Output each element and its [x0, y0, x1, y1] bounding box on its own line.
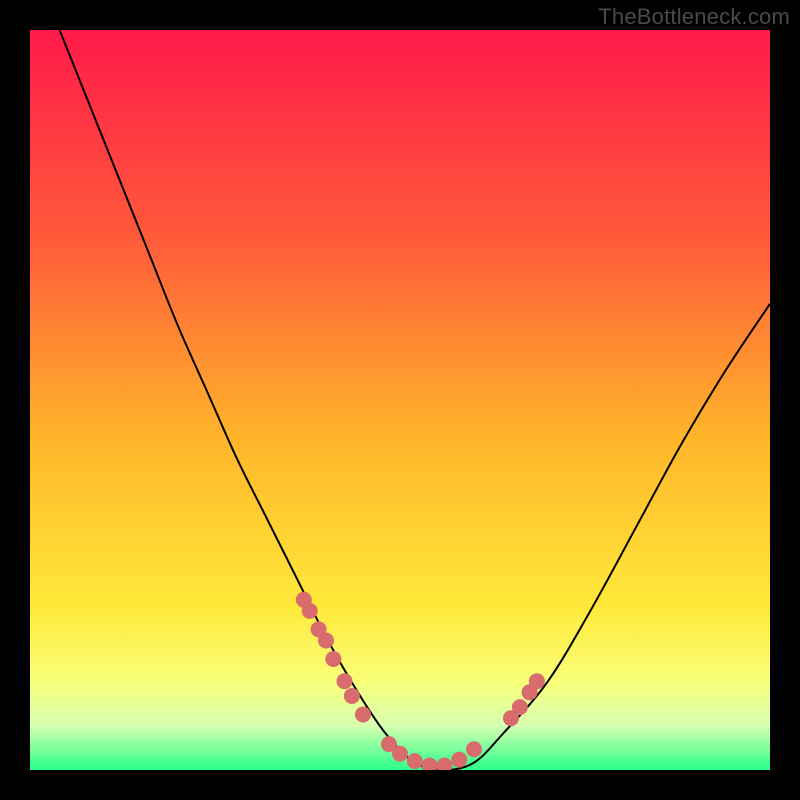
left-cluster-point-5 [337, 673, 353, 689]
left-cluster-point-6 [344, 688, 360, 704]
right-cluster-point-3 [529, 673, 545, 689]
left-cluster-point-7 [355, 707, 371, 723]
left-cluster-point-1 [302, 603, 318, 619]
bottom-cluster-point-5 [451, 752, 467, 768]
left-cluster-point-3 [318, 633, 334, 649]
bottom-cluster-point-6 [466, 741, 482, 757]
chart-frame: TheBottleneck.com [0, 0, 800, 800]
left-cluster-point-4 [325, 651, 341, 667]
right-cluster-point-1 [512, 699, 528, 715]
gradient-background [30, 30, 770, 770]
bottom-cluster-point-2 [407, 753, 423, 769]
bottleneck-chart [30, 30, 770, 770]
watermark-text: TheBottleneck.com [598, 4, 790, 30]
bottom-cluster-point-1 [392, 746, 408, 762]
plot-area [30, 30, 770, 770]
